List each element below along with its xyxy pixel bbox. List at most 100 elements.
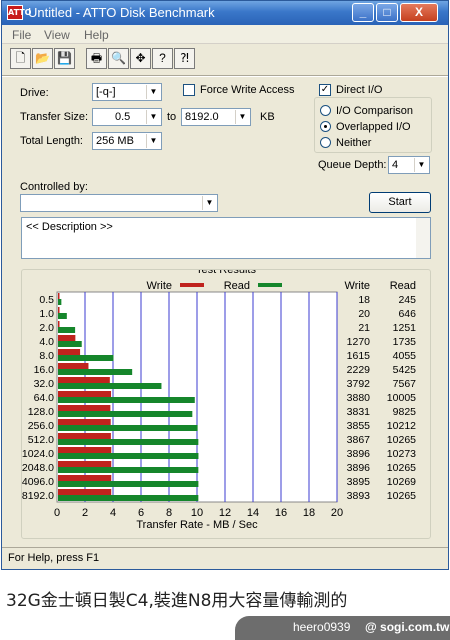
test-results-group: Test Results Write Read Write Read 0 2 4 6 8 10 12 1… [21, 262, 431, 539]
queue-depth-value: 4 [392, 159, 399, 171]
x-tick-label: 0 [54, 507, 60, 519]
kb-label: KB [260, 111, 275, 123]
io-comparison-radio[interactable] [320, 105, 331, 116]
write-bar [58, 293, 60, 299]
read-value: 10212 [387, 420, 416, 432]
status-bar: For Help, press F1 [2, 547, 448, 569]
write-bar [58, 433, 111, 439]
category-label: 0.5 [39, 294, 54, 306]
read-bar [58, 481, 199, 487]
chevron-down-icon[interactable]: ▼ [202, 196, 216, 210]
direct-io-checkbox[interactable]: ✓ [319, 84, 331, 96]
controlled-by-label: Controlled by: [20, 181, 88, 193]
transfer-size-label: Transfer Size: [20, 111, 89, 123]
window-title: Untitled - ATTO Disk Benchmark [28, 5, 215, 20]
write-bar [58, 349, 81, 355]
menu-bar: File View Help [2, 25, 448, 44]
write-bar [58, 461, 112, 467]
category-label: 4096.0 [22, 476, 54, 488]
maximize-button[interactable]: □ [376, 3, 398, 22]
read-value: 9825 [393, 406, 417, 418]
x-tick-label: 6 [138, 507, 144, 519]
atto-app-icon[interactable]: ATTO [7, 5, 31, 20]
print-icon[interactable]: 🖶 [86, 48, 107, 69]
x-tick-label: 4 [110, 507, 116, 519]
read-value: 4055 [393, 350, 417, 362]
write-value: 1270 [347, 336, 371, 348]
write-value: 20 [358, 308, 370, 320]
force-write-label: Force Write Access [200, 84, 295, 96]
x-tick-label: 14 [247, 507, 259, 519]
description-scrollbar[interactable] [416, 218, 430, 258]
title-bar[interactable]: ATTO Untitled - ATTO Disk Benchmark _ □ … [2, 1, 448, 25]
write-bar [58, 307, 60, 313]
read-value: 1735 [393, 336, 417, 348]
menu-help[interactable]: Help [84, 28, 109, 42]
read-value: 10265 [387, 462, 416, 474]
category-label: 256.0 [28, 420, 54, 432]
read-bar [58, 411, 193, 417]
close-button[interactable]: X [400, 3, 438, 22]
read-value: 10265 [387, 490, 416, 502]
username: heero0939 [293, 620, 351, 634]
legend-write-label: Write [147, 280, 172, 292]
queue-depth-select[interactable]: 4 ▼ [388, 156, 430, 174]
category-label: 2.0 [39, 322, 54, 334]
help-icon[interactable]: ? [152, 48, 173, 69]
write-value: 3792 [347, 378, 371, 390]
x-tick-label: 8 [166, 507, 172, 519]
description-box[interactable]: << Description >> [21, 217, 431, 259]
category-label: 16.0 [34, 364, 55, 376]
transfer-size-to-select[interactable]: 8192.0 ▼ [181, 108, 251, 126]
force-write-checkbox[interactable] [183, 84, 195, 96]
chevron-down-icon[interactable]: ▼ [146, 85, 160, 99]
chevron-down-icon[interactable]: ▼ [414, 158, 428, 172]
chevron-down-icon[interactable]: ▼ [235, 110, 249, 124]
write-value: 3893 [347, 490, 371, 502]
drive-select[interactable]: [-q-] ▼ [92, 83, 162, 101]
overlapped-io-label: Overlapped I/O [336, 121, 411, 133]
chevron-down-icon[interactable]: ▼ [146, 134, 160, 148]
new-file-icon[interactable]: 🗋 [10, 48, 31, 69]
read-value: 646 [398, 308, 416, 320]
x-tick-label: 18 [303, 507, 315, 519]
print-preview-icon[interactable]: 🔍 [108, 48, 129, 69]
category-label: 8192.0 [22, 490, 54, 502]
write-value: 2229 [347, 364, 371, 376]
site-name: @ sogi.com.tw [365, 620, 450, 634]
neither-label: Neither [336, 137, 372, 149]
x-axis-title: Transfer Rate - MB / Sec [136, 519, 258, 531]
neither-radio[interactable] [320, 137, 331, 148]
read-bar [58, 313, 67, 319]
x-tick-label: 12 [219, 507, 231, 519]
x-tick-label: 20 [331, 507, 343, 519]
read-value: 10269 [387, 476, 416, 488]
write-value: 1615 [347, 350, 371, 362]
x-tick-label: 16 [275, 507, 287, 519]
save-icon[interactable]: 💾 [54, 48, 75, 69]
read-value: 245 [398, 294, 416, 306]
menu-view[interactable]: View [44, 28, 70, 42]
minimize-button[interactable]: _ [352, 3, 374, 22]
category-label: 8.0 [39, 350, 54, 362]
read-bar [58, 299, 62, 305]
start-button[interactable]: Start [369, 192, 431, 213]
write-value: 3831 [347, 406, 371, 418]
context-help-icon[interactable]: ⁈ [174, 48, 195, 69]
write-value: 3867 [347, 434, 371, 446]
open-folder-icon[interactable]: 📂 [32, 48, 53, 69]
test-results-label: Test Results [196, 270, 256, 276]
menu-file[interactable]: File [12, 28, 31, 42]
move-icon[interactable]: ✥ [130, 48, 151, 69]
total-length-select[interactable]: 256 MB ▼ [92, 132, 162, 150]
transfer-size-from-select[interactable]: 0.5 ▼ [92, 108, 162, 126]
legend-write-swatch [180, 283, 204, 287]
category-label: 64.0 [34, 392, 55, 404]
legend-read-swatch [258, 283, 282, 287]
overlapped-io-radio[interactable] [320, 121, 331, 132]
controlled-by-select[interactable]: ▼ [20, 194, 218, 212]
write-bar [58, 405, 111, 411]
x-tick-label: 10 [191, 507, 203, 519]
chevron-down-icon[interactable]: ▼ [146, 110, 160, 124]
transfer-rate-chart: Test Results Write Read Write Read 0 2 4 6 8 10 12 1… [22, 262, 417, 531]
